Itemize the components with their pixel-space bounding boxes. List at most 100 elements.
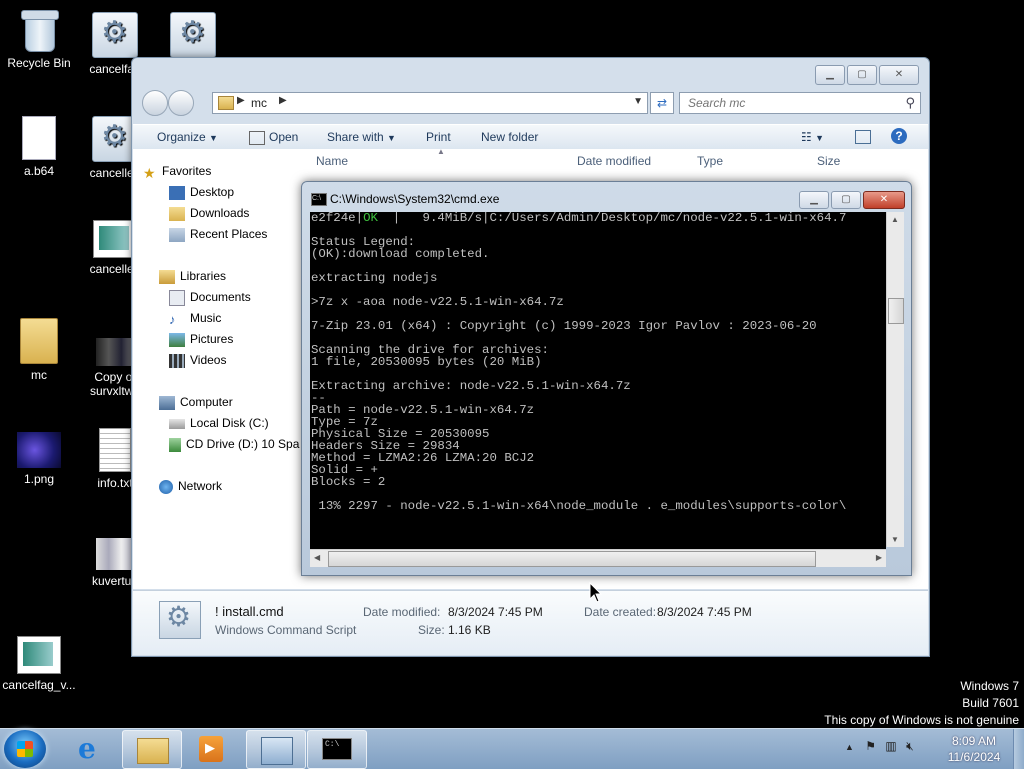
videos-icon: [169, 353, 185, 368]
share-with-button[interactable]: Share with ▼: [327, 130, 396, 144]
network-icon: [159, 479, 173, 494]
print-button[interactable]: Print: [426, 130, 451, 144]
column-header-name[interactable]: Name: [316, 149, 348, 173]
desktop-icon-label: a.b64: [23, 164, 55, 178]
scroll-right-arrow-icon[interactable]: ▶: [876, 553, 882, 562]
taskbar-ie[interactable]: e: [60, 730, 118, 767]
nav-computer[interactable]: Computer: [159, 395, 233, 410]
console-output[interactable]: e2f24e|OK | 9.4MiB/s|C:/Users/Admin/Desk…: [310, 212, 886, 549]
forward-button[interactable]: [168, 90, 194, 116]
volume-muted-icon[interactable]: 🔇︎: [906, 739, 914, 753]
detail-date-created-value: 8/3/2024 7:45 PM: [657, 605, 752, 619]
desktop-icon-cancelfag-v[interactable]: cancelfag_v...: [0, 636, 78, 692]
search-input[interactable]: [686, 95, 890, 111]
desktop-icon-a-b64[interactable]: a.b64: [0, 116, 78, 178]
nav-label: Libraries: [180, 269, 227, 283]
minimize-button[interactable]: ▁: [799, 191, 829, 209]
image-file-icon: [96, 538, 134, 570]
address-path[interactable]: mc: [251, 96, 267, 110]
action-center-flag-icon[interactable]: ⚑: [865, 739, 876, 753]
text-file-icon: [99, 428, 131, 472]
maximize-button[interactable]: ▢: [847, 65, 877, 85]
back-button[interactable]: [142, 90, 168, 116]
tray-expand-icon[interactable]: ▲: [845, 742, 854, 752]
minimize-button[interactable]: ▁: [815, 65, 845, 85]
nav-label: Favorites: [162, 164, 212, 178]
new-folder-button[interactable]: New folder: [481, 130, 538, 144]
cd-drive-icon: [169, 437, 181, 452]
nav-label: Downloads: [190, 206, 250, 220]
console-line: Extracting archive: node-v22.5.1-win-x64…: [311, 380, 886, 392]
desktop-icon-recycle-bin[interactable]: Recycle Bin: [0, 8, 78, 70]
downloads-folder-icon: [169, 206, 185, 221]
nav-favorites[interactable]: ★ Favorites: [143, 164, 212, 181]
desktop-icon-script-2[interactable]: [154, 12, 232, 62]
help-button[interactable]: ?: [891, 128, 907, 144]
horizontal-scroll-thumb[interactable]: [328, 551, 816, 567]
show-desktop-button[interactable]: [1013, 729, 1024, 769]
console-line: (OK):download completed.: [311, 248, 886, 260]
vertical-scroll-thumb[interactable]: [888, 298, 904, 324]
nav-music[interactable]: ♪ Music: [169, 311, 221, 327]
nav-label: Local Disk (C:): [190, 416, 269, 430]
chevron-right-icon[interactable]: ▶: [279, 95, 287, 106]
share-with-label: Share with: [327, 130, 384, 144]
column-header-size[interactable]: Size: [817, 149, 840, 173]
search-box[interactable]: ⚲: [679, 92, 921, 114]
console-line: Path = node-v22.5.1-win-x64.7z: [311, 404, 886, 416]
preview-pane-button[interactable]: [855, 130, 871, 147]
vertical-scrollbar[interactable]: ▲ ▼: [886, 212, 904, 547]
start-button[interactable]: [4, 730, 46, 768]
scroll-up-arrow-icon[interactable]: ▲: [891, 215, 899, 224]
console-line-text: extracting nodejs: [311, 271, 438, 285]
column-header-type[interactable]: Type: [697, 149, 723, 173]
chevron-down-icon[interactable]: ▼: [633, 96, 643, 107]
nav-videos[interactable]: Videos: [169, 353, 226, 368]
refresh-button[interactable]: ⇄: [650, 92, 674, 114]
console-line: Solid = +: [311, 464, 886, 476]
navigation-pane: ★ Favorites Desktop Downloads Recent Plac…: [133, 149, 299, 589]
horizontal-scrollbar[interactable]: ◀ ▶: [310, 549, 886, 567]
taskbar-explorer[interactable]: [122, 730, 182, 769]
folder-icon: [20, 318, 58, 364]
cmd-window-controls: ▁ ▢ ✕: [799, 191, 905, 209]
cmd-window[interactable]: C:\ C:\Windows\System32\cmd.exe ▁ ▢ ✕ e2…: [301, 181, 912, 576]
close-button[interactable]: ✕: [879, 65, 919, 85]
taskbar-cmd[interactable]: C:\: [307, 730, 367, 769]
nav-cd-drive[interactable]: CD Drive (D:) 10 Spa: [169, 437, 299, 452]
nav-desktop[interactable]: Desktop: [169, 185, 234, 200]
nav-recent-places[interactable]: Recent Places: [169, 227, 267, 242]
nav-pictures[interactable]: Pictures: [169, 332, 233, 347]
console-line-text: 7-Zip 23.01 (x64) : Copyright (c) 1999-2…: [311, 319, 817, 333]
taskbar-media-player[interactable]: [182, 730, 240, 767]
nav-downloads[interactable]: Downloads: [169, 206, 249, 221]
nav-network[interactable]: Network: [159, 479, 222, 494]
organize-button[interactable]: Organize ▼: [157, 130, 218, 144]
maximize-button[interactable]: ▢: [831, 191, 861, 209]
clock[interactable]: 8:09 AM 11/6/2024: [936, 733, 1012, 765]
search-icon[interactable]: ⚲: [905, 95, 915, 111]
console-line-text: 13% 2297 - node-v22.5.1-win-x64\node_mod…: [311, 499, 847, 513]
console-line-text: 1 file, 20530095 bytes (20 MiB): [311, 355, 542, 369]
network-icon[interactable]: ▥: [885, 739, 896, 753]
taskbar-program[interactable]: [246, 730, 306, 769]
chevron-right-icon[interactable]: ▶: [237, 95, 245, 106]
column-header-date-modified[interactable]: Date modified: [577, 149, 651, 173]
address-bar[interactable]: ▶ mc ▶ ▼: [212, 92, 648, 114]
close-button[interactable]: ✕: [863, 191, 905, 209]
nav-documents[interactable]: Documents: [169, 290, 251, 306]
command-bar: Organize ▼ Open Share with ▼ Print New f…: [133, 124, 928, 150]
windows-build-line: Build 7601: [962, 696, 1019, 710]
open-button[interactable]: Open: [249, 130, 298, 145]
detail-file-type: Windows Command Script: [215, 623, 357, 637]
desktop-icon-1-png[interactable]: 1.png: [0, 432, 78, 486]
console-line: 1 file, 20530095 bytes (20 MiB): [311, 356, 886, 368]
scroll-left-arrow-icon[interactable]: ◀: [314, 553, 320, 562]
desktop-icon-mc-folder[interactable]: mc: [0, 318, 78, 382]
view-options-button[interactable]: ☷ ▼: [801, 130, 824, 144]
nav-label: Videos: [190, 353, 227, 367]
nav-local-disk[interactable]: Local Disk (C:): [169, 416, 269, 430]
nav-libraries[interactable]: Libraries: [159, 269, 226, 284]
sort-arrow-icon: ▲: [437, 147, 445, 156]
scroll-down-arrow-icon[interactable]: ▼: [891, 535, 899, 544]
